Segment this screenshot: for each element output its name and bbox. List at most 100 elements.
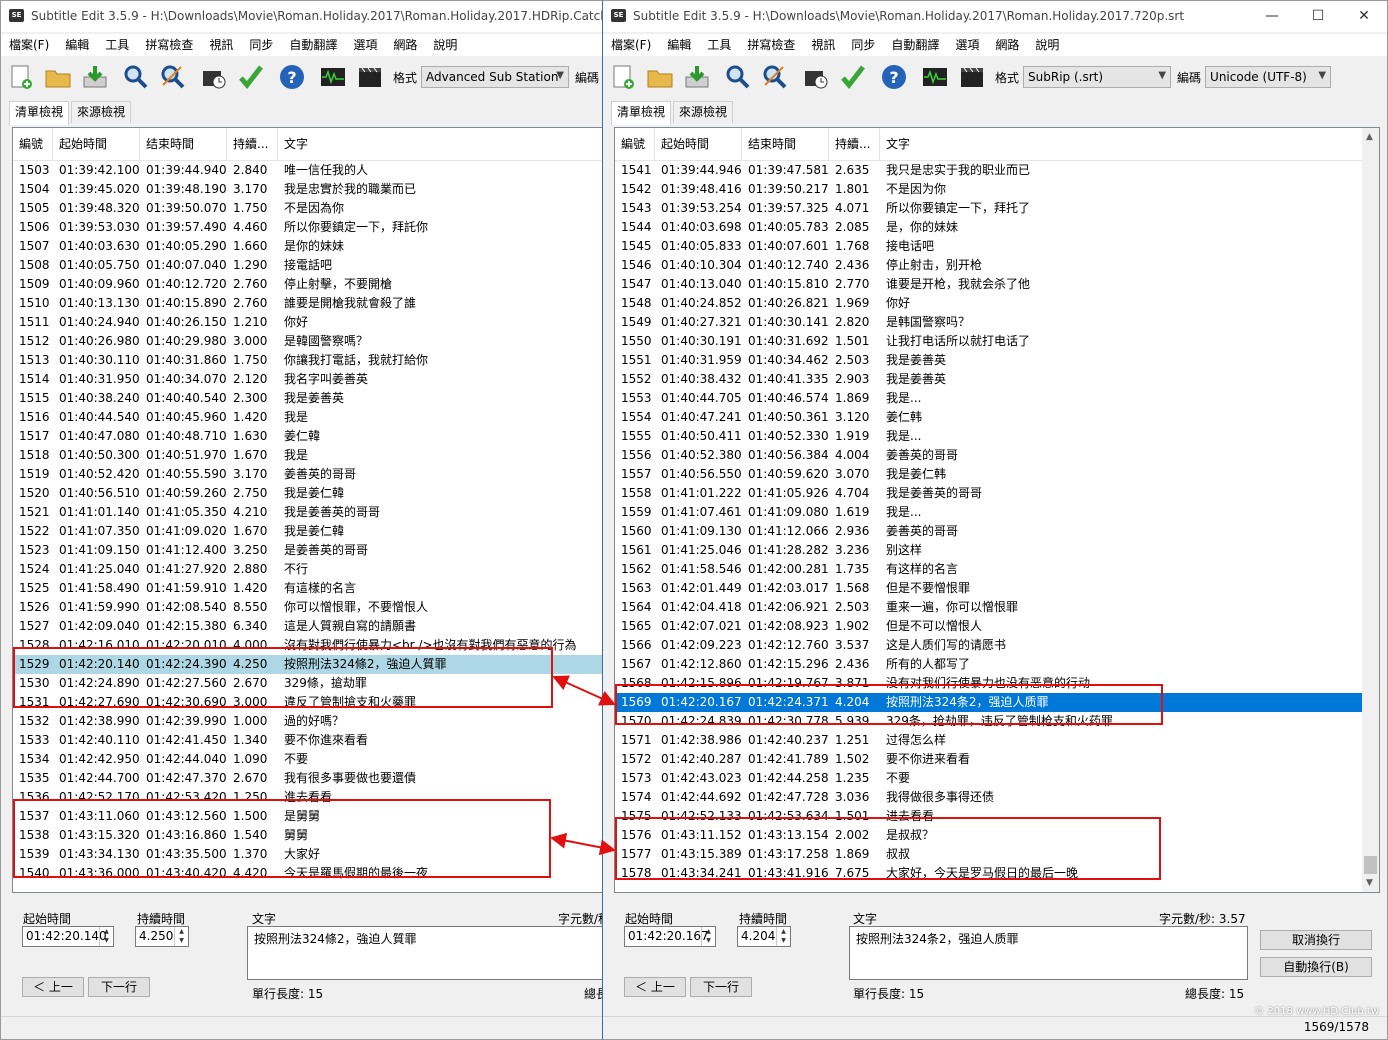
table-row[interactable]: 1527 01:42:09.040 01:42:15.380 6.340 這是人質親自寫… (13, 617, 603, 636)
spellcheck-button[interactable] (836, 60, 870, 94)
table-row[interactable]: 1540 01:43:36.000 01:43:40.420 4.420 今天是羅馬假期… (13, 864, 603, 883)
menu-video[interactable]: 視訊 (803, 34, 843, 56)
column-start-time[interactable]: 起始時間 (53, 128, 140, 160)
table-row[interactable]: 1564 01:42:04.418 01:42:06.921 2.503 重来一遍，你可… (615, 598, 1362, 617)
table-row[interactable]: 1525 01:41:58.490 01:41:59.910 1.420 有這樣的名言 (13, 579, 603, 598)
table-row[interactable]: 1521 01:41:01.140 01:41:05.350 4.210 我是姜善英的哥… (13, 503, 603, 522)
start-time-input[interactable]: 01:42:20.167 ▲ ▼ (624, 926, 716, 947)
table-row[interactable]: 1528 01:42:16.010 01:42:20.010 4.000 沒有對我們行使… (13, 636, 603, 655)
auto-wrap-button[interactable]: 自動換行(B) (1260, 957, 1372, 977)
table-row[interactable]: 1505 01:39:48.320 01:39:50.070 1.750 不是因為你 (13, 199, 603, 218)
table-row[interactable]: 1524 01:41:25.040 01:41:27.920 2.880 不行 (13, 560, 603, 579)
encoding-select[interactable]: Unicode (UTF-8) ▼ (1205, 66, 1332, 88)
table-row[interactable]: 1520 01:40:56.510 01:40:59.260 2.750 我是姜仁韓 (13, 484, 603, 503)
menu-options[interactable]: 選項 (947, 34, 987, 56)
menu-autotranslate[interactable]: 自動翻譯 (281, 34, 345, 56)
table-row[interactable]: 1513 01:40:30.110 01:40:31.860 1.750 你讓我打電話，… (13, 351, 603, 370)
replace-button[interactable] (156, 60, 190, 94)
table-row[interactable]: 1538 01:43:15.320 01:43:16.860 1.540 舅舅 (13, 826, 603, 845)
duration-input[interactable]: 4.204 ▲ ▼ (737, 926, 791, 947)
table-row[interactable]: 1568 01:42:15.896 01:42:19.767 3.871 没有对我们行使… (615, 674, 1362, 693)
table-row[interactable]: 1548 01:40:24.852 01:40:26.821 1.969 你好 (615, 294, 1362, 313)
table-row[interactable]: 1545 01:40:05.833 01:40:07.601 1.768 接电话吧 (615, 237, 1362, 256)
menu-tools[interactable]: 工具 (699, 34, 739, 56)
scroll-thumb[interactable] (1364, 856, 1377, 874)
format-select[interactable]: SubRip (.srt) ▼ (1023, 66, 1172, 88)
menu-options[interactable]: 選項 (345, 34, 385, 56)
table-row[interactable]: 1542 01:39:48.416 01:39:50.217 1.801 不是因为你 (615, 180, 1362, 199)
table-row[interactable]: 1569 01:42:20.167 01:42:24.371 4.204 按照刑法324… (615, 693, 1362, 712)
column-text[interactable]: 文字 (880, 128, 1379, 160)
table-row[interactable]: 1574 01:42:44.692 01:42:47.728 3.036 我得做很多事得… (615, 788, 1362, 807)
cancel-wrap-button[interactable]: 取消換行 (1260, 930, 1372, 950)
table-row[interactable]: 1557 01:40:56.550 01:40:59.620 3.070 我是姜仁韩 (615, 465, 1362, 484)
table-row[interactable]: 1563 01:42:01.449 01:42:03.017 1.568 但是不要憎恨罪 (615, 579, 1362, 598)
menu-help[interactable]: 說明 (425, 34, 465, 56)
help-button[interactable]: ? (275, 60, 309, 94)
table-row[interactable]: 1531 01:42:27.690 01:42:30.690 3.000 違反了管制搶支… (13, 693, 603, 712)
table-row[interactable]: 1519 01:40:52.420 01:40:55.590 3.170 姜善英的哥哥 (13, 465, 603, 484)
table-row[interactable]: 1534 01:42:42.950 01:42:44.040 1.090 不要 (13, 750, 603, 769)
find-button[interactable] (721, 60, 755, 94)
table-row[interactable]: 1536 01:42:52.170 01:42:53.420 1.250 進去看看 (13, 788, 603, 807)
video-button[interactable] (955, 60, 989, 94)
table-row[interactable]: 1550 01:40:30.191 01:40:31.692 1.501 让我打电话所以… (615, 332, 1362, 351)
table-row[interactable]: 1576 01:43:11.152 01:43:13.154 2.002 是叔叔？ (615, 826, 1362, 845)
table-row[interactable]: 1561 01:41:25.046 01:41:28.282 3.236 别这样 (615, 541, 1362, 560)
menu-tools[interactable]: 工具 (97, 34, 137, 56)
table-row[interactable]: 1554 01:40:47.241 01:40:50.361 3.120 姜仁韩 (615, 408, 1362, 427)
table-row[interactable]: 1559 01:41:07.461 01:41:09.080 1.619 我是... (615, 503, 1362, 522)
table-row[interactable]: 1572 01:42:40.287 01:42:41.789 1.502 要不你进来看看 (615, 750, 1362, 769)
tab-source-view[interactable]: 來源檢視 (71, 101, 132, 123)
menu-spellcheck[interactable]: 拼寫檢查 (137, 34, 201, 56)
subtitle-text-box[interactable]: 按照刑法324條2，強迫人質罪 (247, 926, 603, 980)
help-button[interactable]: ? (877, 60, 911, 94)
table-row[interactable]: 1537 01:43:11.060 01:43:12.560 1.500 是舅舅 (13, 807, 603, 826)
table-row[interactable]: 1516 01:40:44.540 01:40:45.960 1.420 我是 (13, 408, 603, 427)
column-start-time[interactable]: 起始時間 (655, 128, 742, 160)
table-row[interactable]: 1506 01:39:53.030 01:39:57.490 4.460 所以你要鎮定一… (13, 218, 603, 237)
table-row[interactable]: 1560 01:41:09.130 01:41:12.066 2.936 姜善英的哥哥 (615, 522, 1362, 541)
tab-list-view[interactable]: 清單檢視 (611, 101, 672, 125)
table-row[interactable]: 1510 01:40:13.130 01:40:15.890 2.760 誰要是開槍我就… (13, 294, 603, 313)
menu-network[interactable]: 網路 (987, 34, 1027, 56)
menu-autotranslate[interactable]: 自動翻譯 (883, 34, 947, 56)
table-row[interactable]: 1541 01:39:44.946 01:39:47.581 2.635 我只是忠实于我… (615, 161, 1362, 180)
new-file-button[interactable] (4, 60, 38, 94)
format-select[interactable]: Advanced Sub Station ▼ (421, 66, 569, 88)
table-row[interactable]: 1544 01:40:03.698 01:40:05.783 2.085 是，你的妹妹 (615, 218, 1362, 237)
menu-edit[interactable]: 編輯 (57, 34, 97, 56)
duration-input[interactable]: 4.250 ▲ ▼ (135, 926, 189, 947)
table-row[interactable]: 1552 01:40:38.432 01:40:41.335 2.903 我是姜善英 (615, 370, 1362, 389)
menu-file[interactable]: 檔案(F) (1, 34, 57, 56)
subtitle-text-box[interactable]: 按照刑法324条2，强迫人质罪 (849, 926, 1248, 980)
table-row[interactable]: 1504 01:39:45.020 01:39:48.190 3.170 我是忠實於我的… (13, 180, 603, 199)
table-row[interactable]: 1530 01:42:24.890 01:42:27.560 2.670 329條，搶劫… (13, 674, 603, 693)
table-row[interactable]: 1553 01:40:44.705 01:40:46.574 1.869 我是... (615, 389, 1362, 408)
table-row[interactable]: 1532 01:42:38.990 01:42:39.990 1.000 過的好嗎？ (13, 712, 603, 731)
spin-arrows-icon[interactable]: ▲ ▼ (99, 927, 113, 946)
table-row[interactable]: 1567 01:42:12.860 01:42:15.296 2.436 所有的人都写了 (615, 655, 1362, 674)
menu-sync[interactable]: 同步 (241, 34, 281, 56)
column-number[interactable]: 編號 (615, 128, 655, 160)
table-row[interactable]: 1543 01:39:53.254 01:39:57.325 4.071 所以你要镇定一… (615, 199, 1362, 218)
find-button[interactable] (119, 60, 153, 94)
tab-list-view[interactable]: 清單檢視 (9, 101, 70, 125)
scroll-down-icon[interactable]: ▼ (1366, 878, 1373, 888)
close-icon[interactable]: ✕ (1341, 1, 1387, 32)
menu-help[interactable]: 說明 (1027, 34, 1067, 56)
open-file-button[interactable] (643, 60, 677, 94)
column-duration[interactable]: 持續... (227, 128, 278, 160)
save-button[interactable] (680, 60, 714, 94)
table-row[interactable]: 1508 01:40:05.750 01:40:07.040 1.290 接電話吧 (13, 256, 603, 275)
waveform-button[interactable] (316, 60, 350, 94)
table-row[interactable]: 1575 01:42:52.133 01:42:53.634 1.501 进去看看 (615, 807, 1362, 826)
table-row[interactable]: 1556 01:40:52.380 01:40:56.384 4.004 姜善英的哥哥 (615, 446, 1362, 465)
menu-spellcheck[interactable]: 拼寫檢查 (739, 34, 803, 56)
table-row[interactable]: 1517 01:40:47.080 01:40:48.710 1.630 姜仁韓 (13, 427, 603, 446)
vertical-scrollbar[interactable]: ▲ ▼ (1362, 128, 1379, 892)
spellcheck-button[interactable] (234, 60, 268, 94)
table-row[interactable]: 1509 01:40:09.960 01:40:12.720 2.760 停止射擊，不要… (13, 275, 603, 294)
visual-sync-button[interactable] (197, 60, 231, 94)
scroll-up-icon[interactable]: ▲ (1366, 132, 1373, 142)
